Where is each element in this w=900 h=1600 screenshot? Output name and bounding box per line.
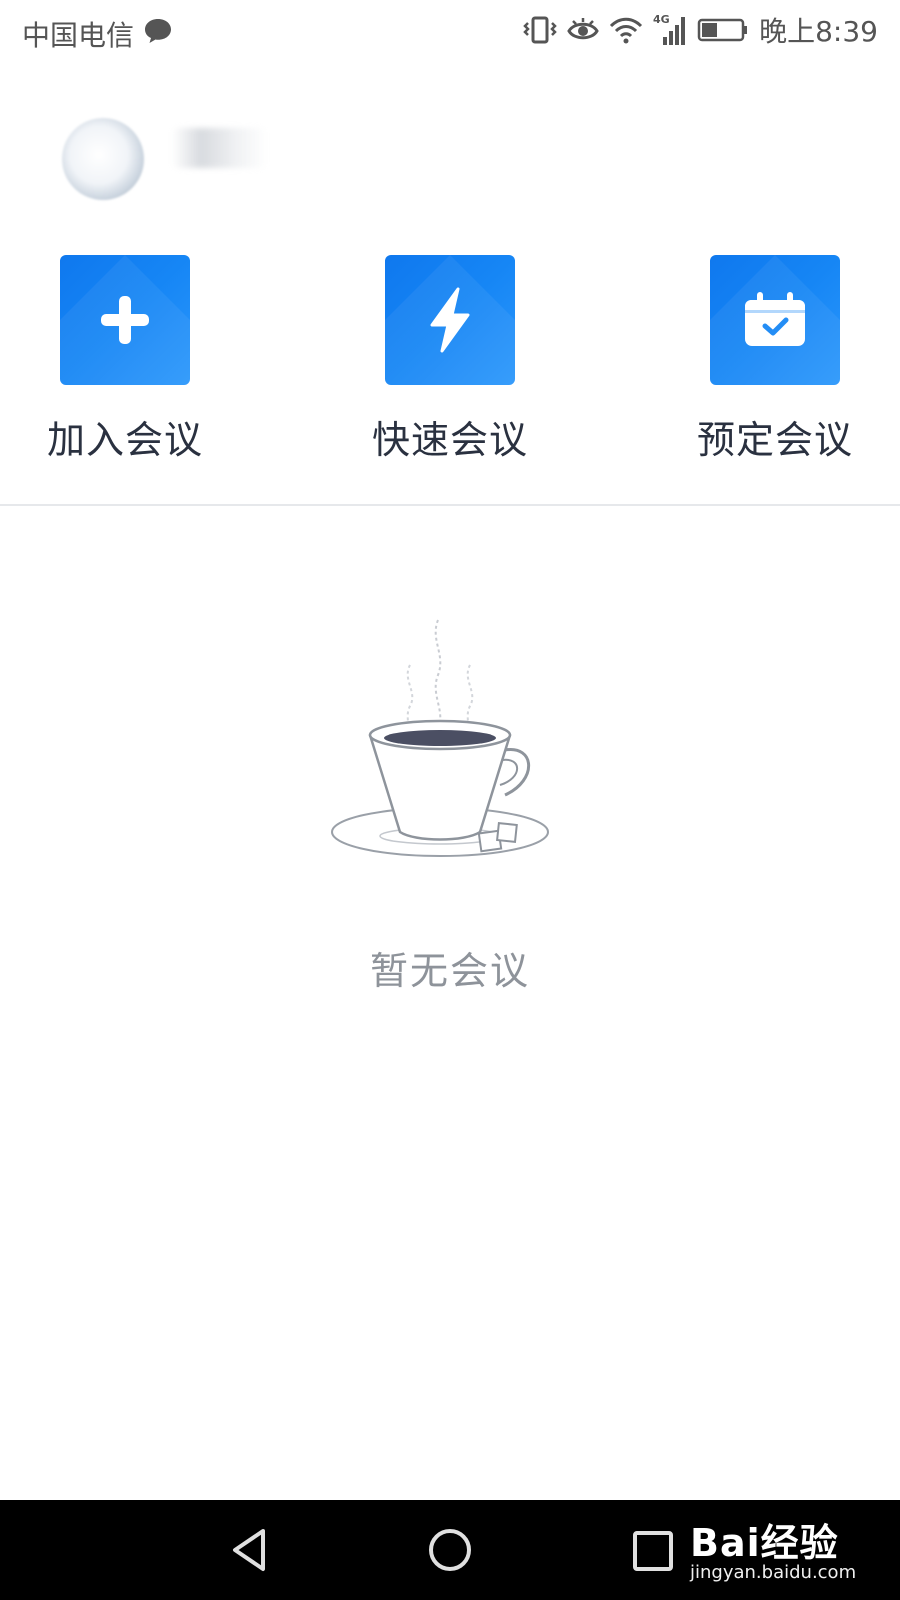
back-icon[interactable] <box>227 1525 273 1579</box>
quick-meeting-label: 快速会议 <box>371 418 528 462</box>
join-meeting-button[interactable]: 加入会议 <box>25 255 225 464</box>
user-name <box>172 128 267 168</box>
empty-state-text: 暂无会议 <box>369 949 530 993</box>
wifi-icon <box>609 15 643 45</box>
eye-icon <box>567 16 599 44</box>
coffee-cup-illustration <box>330 610 570 894</box>
avatar[interactable] <box>62 118 144 200</box>
vibrate-icon <box>523 15 557 45</box>
signal-icon: 4G <box>653 13 687 47</box>
schedule-meeting-button[interactable]: 预定会议 <box>675 255 875 464</box>
join-meeting-label: 加入会议 <box>46 418 203 462</box>
meeting-actions: 加入会议 快速会议 预定会议 <box>0 255 900 462</box>
schedule-meeting-label: 预定会议 <box>696 418 853 462</box>
divider <box>0 504 900 506</box>
calendar-check-icon <box>710 255 840 385</box>
svg-text:4G: 4G <box>653 13 670 26</box>
status-bar: 中国电信 4G 晚上8:39 <box>0 0 900 62</box>
clock: 晚上8:39 <box>759 15 878 48</box>
battery-icon <box>697 16 749 44</box>
recent-apps-icon[interactable] <box>630 1525 676 1579</box>
home-icon[interactable] <box>427 1525 473 1579</box>
baidu-watermark: Bai经验 jingyan.baidu.com <box>690 1500 890 1600</box>
quick-meeting-button[interactable]: 快速会议 <box>350 255 550 464</box>
plus-icon <box>60 255 190 385</box>
lightning-icon <box>385 255 515 385</box>
watermark-url: jingyan.baidu.com <box>690 1562 857 1583</box>
carrier-name: 中国电信 <box>22 19 135 52</box>
watermark-brand: Bai经验 <box>690 1521 839 1565</box>
status-icons: 4G 晚上8:39 <box>523 12 878 48</box>
message-icon <box>143 17 173 49</box>
